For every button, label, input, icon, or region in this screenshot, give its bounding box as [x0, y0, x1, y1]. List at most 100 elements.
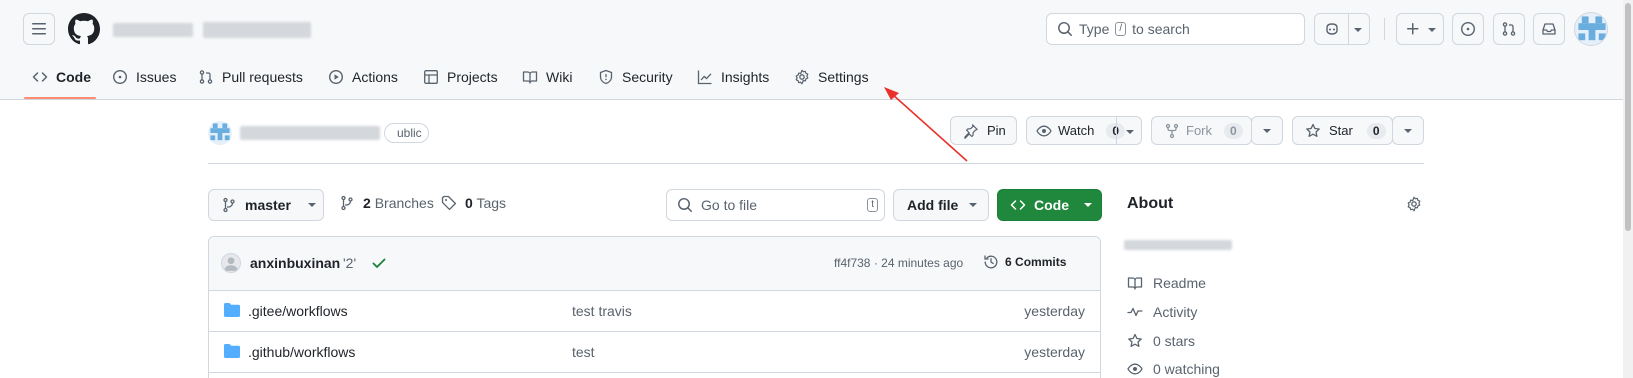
global-search-input[interactable]: Type / to search	[1046, 13, 1305, 45]
tab-label: Security	[622, 69, 673, 85]
tab-wiki[interactable]: Wiki	[522, 66, 572, 88]
scrollbar-thumb[interactable]	[1625, 3, 1631, 231]
file-name[interactable]: .github/workflows	[248, 344, 355, 360]
tab-security[interactable]: Security	[598, 66, 673, 88]
code-icon	[1010, 200, 1026, 210]
commit-author[interactable]: anxinbuxinan	[250, 255, 340, 271]
tags-count: 0	[465, 195, 473, 211]
file-name[interactable]: .gitee/workflows	[248, 303, 348, 319]
tab-projects[interactable]: Projects	[423, 66, 498, 88]
author-avatar[interactable]	[221, 253, 241, 273]
repo-name-redacted[interactable]	[203, 22, 311, 38]
commit-message[interactable]: '2'	[343, 255, 356, 271]
copilot-icon	[1326, 23, 1338, 35]
branch-icon	[341, 195, 353, 211]
fork-count: 0	[1224, 122, 1243, 139]
pin-button[interactable]: Pin	[950, 116, 1017, 145]
chevron-down-icon	[969, 203, 978, 207]
issue-icon	[112, 69, 128, 85]
go-to-file-placeholder: Go to file	[701, 197, 758, 213]
file-commit-message[interactable]: test travis	[572, 303, 632, 319]
table-icon	[424, 70, 438, 84]
fork-dropdown-button[interactable]	[1251, 116, 1283, 145]
shield-icon	[599, 69, 613, 85]
watch-divider	[1116, 117, 1117, 144]
tab-label: Projects	[447, 69, 498, 85]
about-title: About	[1127, 195, 1174, 212]
search-placeholder-prefix: Type	[1079, 21, 1110, 37]
about-activity-link[interactable]: Activity	[1127, 304, 1197, 320]
about-item-label: 0 watching	[1153, 361, 1220, 377]
watch-label: Watch	[1058, 123, 1095, 138]
table-row[interactable]: .github/workflows test yesterday	[209, 332, 1100, 373]
tab-issues[interactable]: Issues	[112, 66, 176, 88]
plus-icon	[1407, 23, 1419, 35]
tab-insights[interactable]: Insights	[697, 66, 769, 88]
eye-icon	[1127, 363, 1143, 375]
file-commit-message[interactable]: test	[572, 344, 595, 360]
create-new-button[interactable]	[1396, 13, 1444, 45]
default-avatar-icon	[224, 257, 238, 271]
about-stars-link[interactable]: 0 stars	[1127, 333, 1195, 349]
fork-label: Fork	[1186, 123, 1212, 138]
tab-label: Insights	[721, 69, 770, 85]
about-description-redacted	[1124, 240, 1232, 250]
branch-name: master	[245, 197, 291, 213]
about-watching-link[interactable]: 0 watching	[1127, 361, 1220, 377]
graph-icon	[697, 70, 712, 85]
table-row[interactable]: .gitee/workflows test travis yesterday	[209, 291, 1100, 332]
history-icon	[984, 255, 998, 269]
folder-icon	[224, 344, 240, 358]
about-item-label: 0 stars	[1153, 333, 1196, 349]
star-button[interactable]: Star 0	[1292, 116, 1393, 145]
star-label: Star	[1329, 123, 1353, 138]
commit-hash-time[interactable]: ff4f738 · 24 minutes ago	[834, 256, 963, 270]
tab-label: Code	[56, 69, 91, 85]
check-icon	[372, 258, 386, 268]
go-to-file-shortcut: t	[867, 198, 878, 212]
star-dropdown-button[interactable]	[1392, 116, 1424, 145]
code-button[interactable]: Code	[997, 189, 1102, 221]
branch-select[interactable]: master	[208, 189, 324, 221]
search-shortcut-key: /	[1115, 22, 1127, 36]
branches-link[interactable]: 2 Branches	[339, 195, 434, 211]
watch-button[interactable]: Watch 0	[1026, 116, 1142, 145]
about-readme-link[interactable]: Readme	[1127, 275, 1206, 291]
active-tab-indicator	[24, 97, 96, 99]
star-icon	[1306, 123, 1320, 137]
github-logo-icon[interactable]	[68, 13, 100, 45]
gear-icon[interactable]	[1406, 196, 1422, 212]
branches-count: 2	[363, 195, 371, 211]
tags-link[interactable]: 0 Tags	[441, 195, 506, 211]
search-icon	[1058, 22, 1073, 37]
chevron-down-icon	[1084, 203, 1092, 207]
tab-label: Pull requests	[222, 69, 303, 85]
fork-button[interactable]: Fork 0	[1151, 116, 1252, 145]
chevron-down-icon	[1404, 128, 1412, 133]
tab-code[interactable]: Code	[32, 66, 91, 88]
commits-link[interactable]: 6 Commits	[983, 254, 1066, 270]
tab-pull-requests[interactable]: Pull requests	[198, 66, 303, 88]
chevron-down-icon	[307, 203, 316, 207]
go-to-file-input[interactable]: Go to file t	[666, 189, 885, 221]
add-file-button[interactable]: Add file	[893, 189, 989, 221]
pull-requests-button[interactable]	[1493, 13, 1525, 45]
menu-button[interactable]	[23, 13, 55, 45]
tags-label: Tags	[476, 195, 507, 211]
gear-icon	[795, 69, 809, 85]
star-icon	[1128, 333, 1142, 347]
chevron-down-icon	[1263, 128, 1271, 133]
branch-icon	[223, 197, 235, 213]
pulse-icon	[1127, 307, 1143, 317]
copilot-button[interactable]	[1314, 13, 1370, 45]
tag-icon	[441, 195, 457, 211]
tab-settings[interactable]: Settings	[794, 66, 869, 88]
repo-avatar[interactable]	[208, 121, 232, 145]
inbox-button[interactable]	[1533, 13, 1565, 45]
repo-owner-redacted[interactable]	[113, 23, 193, 37]
book-icon	[1127, 277, 1143, 290]
issues-button[interactable]	[1452, 13, 1484, 45]
file-browser: anxinbuxinan '2' ff4f738 · 24 minutes ag…	[208, 236, 1101, 378]
user-avatar[interactable]	[1574, 12, 1608, 46]
tab-actions[interactable]: Actions	[328, 66, 398, 88]
